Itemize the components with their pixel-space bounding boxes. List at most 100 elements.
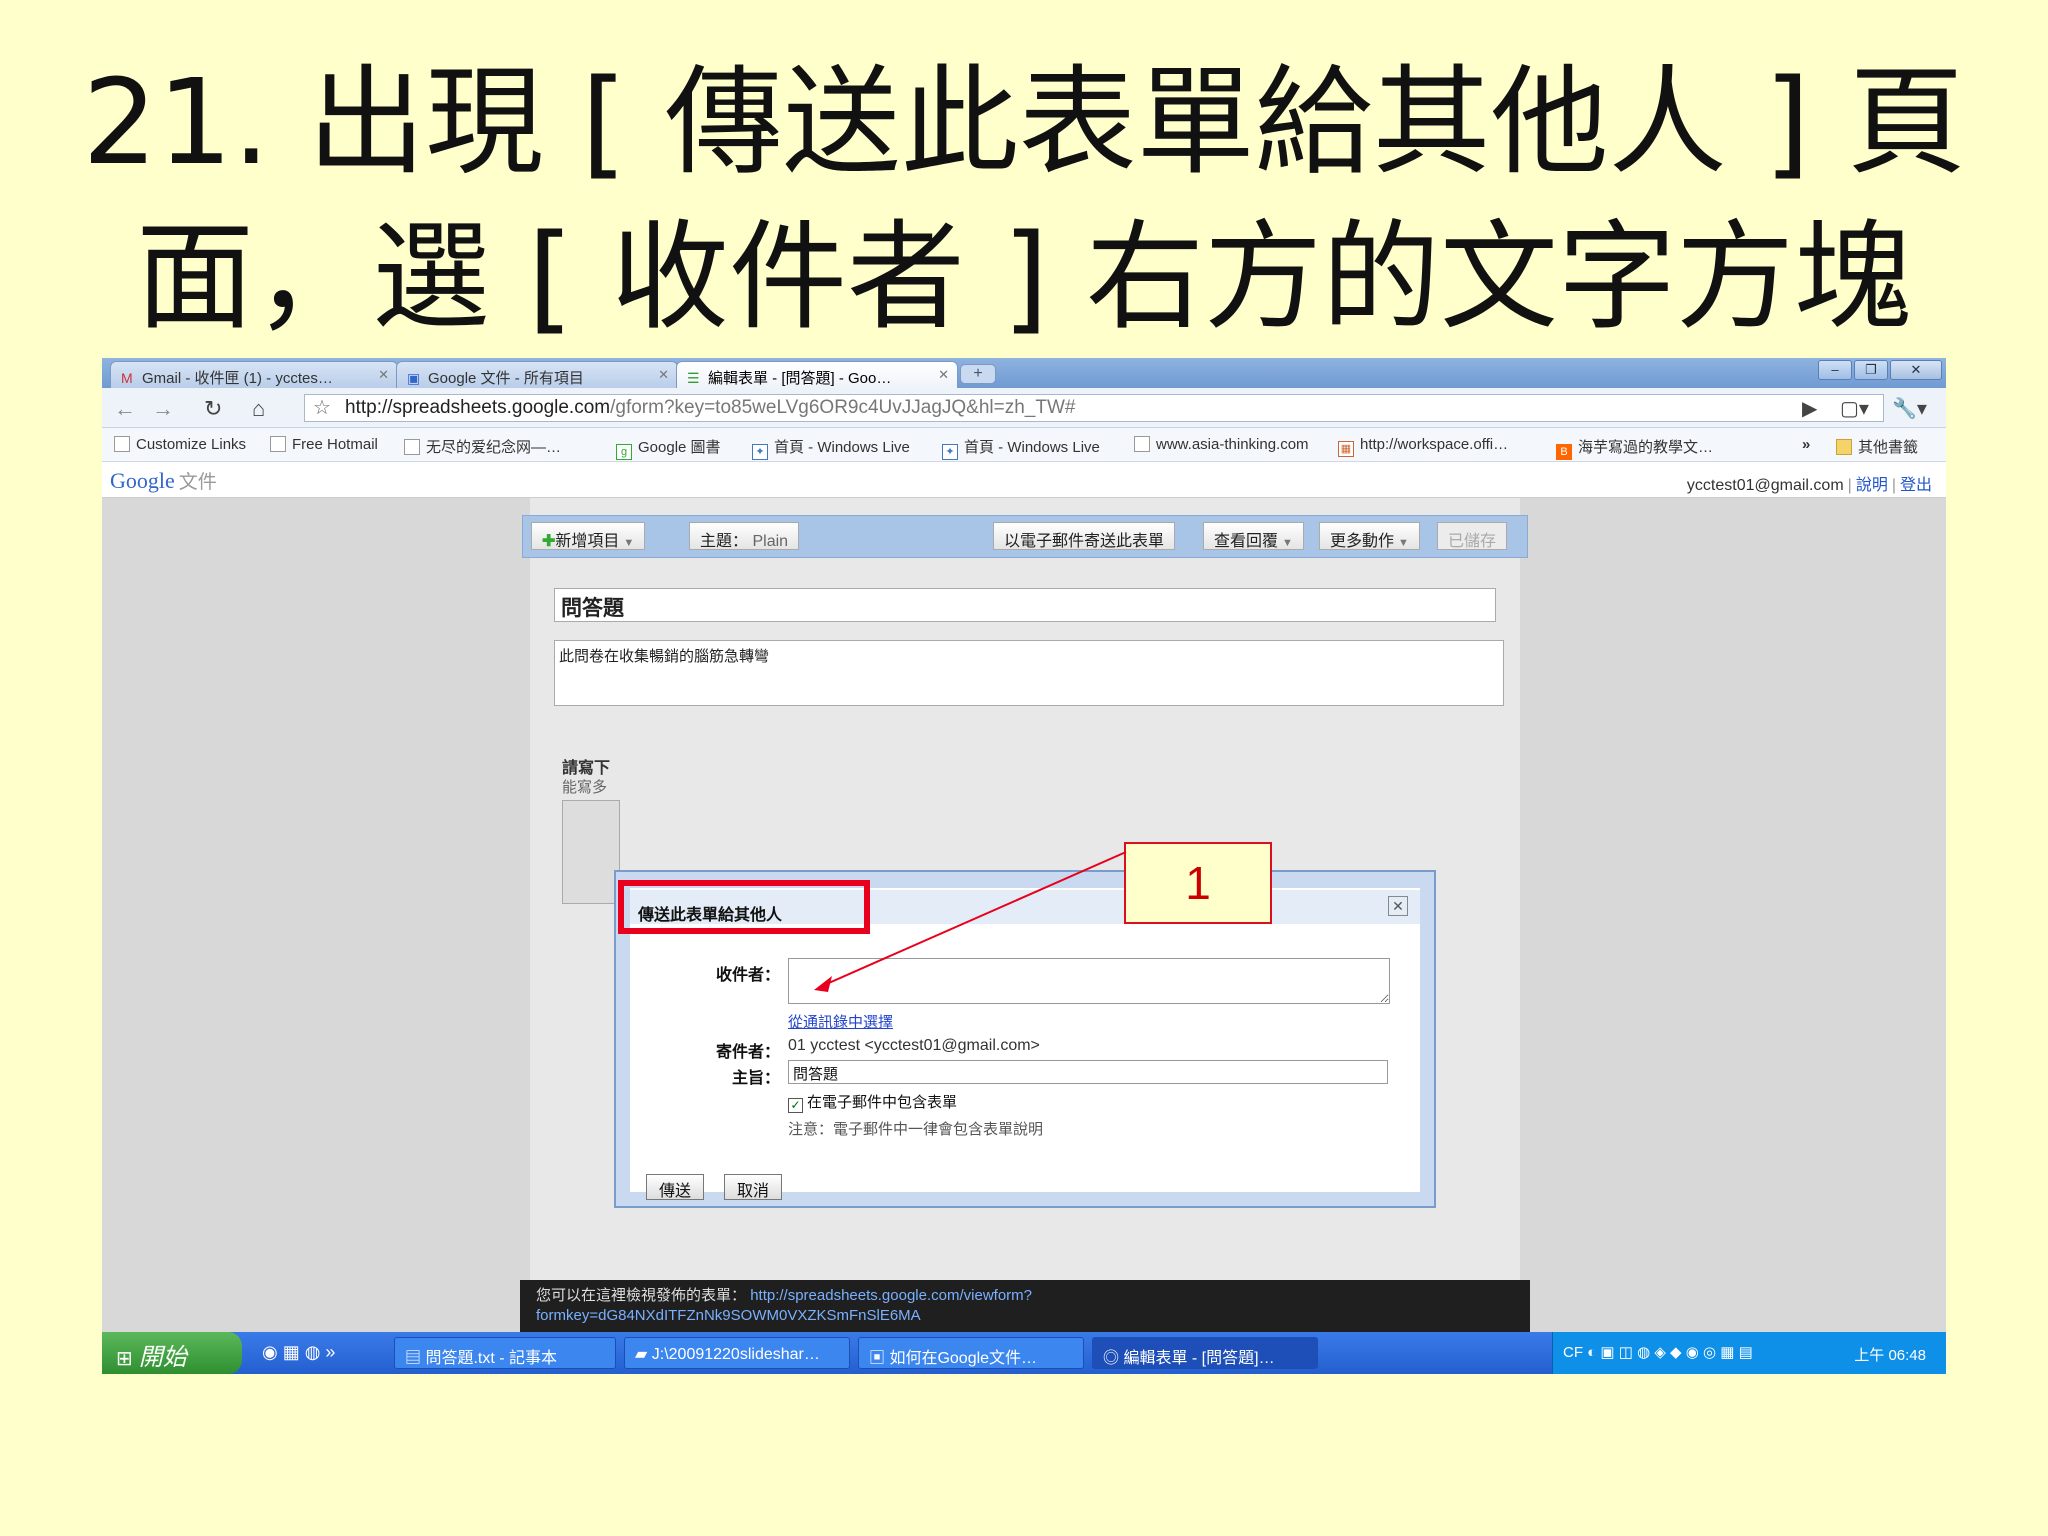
reload-icon[interactable]: ↻ [204,396,222,422]
saved-button: 已儲存 [1437,522,1508,550]
more-actions-button[interactable]: 更多動作 ▼ [1319,522,1420,550]
taskbar-item[interactable]: ▰ J:\20091220slideshar… [624,1337,850,1369]
theme-button[interactable]: 主題： Plain [689,522,800,550]
page-icon [404,439,420,455]
forward-icon[interactable]: → [152,396,174,422]
close-icon[interactable]: ✕ [938,367,949,383]
callout-number: 1 [1124,842,1272,924]
star-icon[interactable]: ☆ [313,395,331,421]
checkbox-checked-icon[interactable]: ✓ [788,1098,803,1113]
start-button[interactable]: ⊞ 開始 [102,1332,242,1374]
bookmark-item[interactable]: ✦ 首頁 - Windows Live [752,436,910,460]
blogger-icon: B [1556,444,1572,460]
tray-icons[interactable]: ◐ ▣ ◫ ◍ ◈ ◆ ◉ ◎ ▦ ▤ [1587,1344,1753,1361]
office-icon: ▦ [1338,441,1354,457]
minimize-button[interactable]: – [1818,360,1852,380]
chevron-down-icon: ▼ [1282,537,1293,549]
bookmark-item[interactable]: g Google 圖書 [616,436,721,460]
window-controls: – ❐ ✕ [1818,360,1942,380]
google-docs-logo[interactable]: Google 文件 [110,467,217,494]
taskbar-item[interactable]: ▣ 如何在Google文件… [858,1337,1084,1369]
subject-label: 主旨： [731,1068,780,1087]
address-bar[interactable]: ☆ http://spreadsheets.google.com/gform?k… [304,394,1884,422]
notepad-icon: ▤ [405,1350,426,1367]
plus-icon: ✚ [542,533,556,550]
tab-strip: M Gmail - 收件匣 (1) - ycctes… ✕ ▣ Google 文件 … [102,358,1946,388]
note-text: 注意：電子郵件中一律會包含表單說明 [788,1121,1044,1138]
add-item-button[interactable]: ✚新增項目 ▼ [531,522,646,550]
include-form-checkbox-row[interactable]: ✓ 在電子郵件中包含表單 [788,1091,957,1113]
taskbar-item[interactable]: ▤ 問答題.txt - 記事本 [394,1337,616,1369]
chevron-down-icon: ▼ [1398,537,1409,549]
bookmark-item[interactable]: B 海芋寫過的教學文… [1556,436,1713,460]
windows-taskbar: ⊞ 開始 ◉ ▦ ◍ » ▤ 問答題.txt - 記事本 ▰ J:\2009122… [102,1332,1946,1374]
question-box [562,800,620,904]
windows-live-icon: ✦ [942,444,958,460]
logout-link[interactable]: 登出 [1900,477,1932,494]
form-icon: ☰ [687,370,700,386]
subject-input[interactable]: 問答題 [788,1060,1388,1084]
home-icon[interactable]: ⌂ [252,396,265,422]
restore-button[interactable]: ❐ [1854,360,1888,380]
close-window-button[interactable]: ✕ [1890,360,1942,380]
close-icon[interactable]: ✕ [378,367,389,383]
taskbar-item-active[interactable]: ◎ 編輯表單 - [問答題]… [1092,1337,1318,1369]
other-bookmarks[interactable]: 其他書籤 [1836,436,1918,457]
user-email: ycctest01@gmail.com [1686,477,1844,494]
back-icon[interactable]: ← [114,396,136,422]
bookmark-item[interactable]: www.asia-thinking.com [1134,436,1309,453]
windows-live-icon: ✦ [752,444,768,460]
tab-label: 編輯表單 - [問答題] - Goo… [708,370,892,387]
user-links: ycctest01@gmail.com | 說明 | 登出 [1686,477,1932,494]
powerpoint-icon: ▣ [869,1350,890,1367]
tray-label: CF [1563,1344,1583,1361]
to-label: 收件者： [715,965,780,984]
clock: 上午 06:48 [1854,1347,1926,1364]
page-icon [1134,436,1150,452]
chevron-down-icon: ▼ [623,537,635,549]
url-host: http://spreadsheets.google.com [345,397,611,418]
chrome-icon: ◎ [1103,1350,1124,1367]
go-icon[interactable]: ▶ [1802,396,1817,421]
new-tab-button[interactable]: + [960,364,996,384]
from-label: 寄件者： [715,1042,780,1061]
send-button[interactable]: 傳送 [646,1174,705,1200]
published-url-line1[interactable]: http://spreadsheets.google.com/viewform? [750,1287,1032,1304]
bookmark-item[interactable]: ✦ 首頁 - Windows Live [942,436,1100,460]
tab-docs[interactable]: ▣ Google 文件 - 所有項目 ✕ [396,361,678,388]
view-responses-button[interactable]: 查看回覆 ▼ [1203,522,1304,550]
tab-gmail[interactable]: M Gmail - 收件匣 (1) - ycctes… ✕ [110,361,398,388]
bookmarks-bar: Customize Links Free Hotmail 无尽的爱纪念网—… g… [102,428,1946,462]
tab-label: Gmail - 收件匣 (1) - ycctes… [142,370,333,387]
close-icon[interactable]: ✕ [1388,896,1408,916]
navigation-bar: ← → ↻ ⌂ ☆ http://spreadsheets.google.com… [102,388,1946,428]
system-tray: CF ◐ ▣ ◫ ◍ ◈ ◆ ◉ ◎ ▦ ▤ 上午 06:48 [1552,1332,1946,1374]
close-icon[interactable]: ✕ [658,367,669,383]
slide-title-line2: 面，選 [ 收件者 ] 右方的文字方塊 [135,208,1913,346]
email-form-button[interactable]: 以電子郵件寄送此表單 [993,522,1176,550]
folder-icon: ▰ [635,1346,652,1363]
status-text: 您可以在這裡檢視發佈的表單： [536,1287,747,1304]
bookmark-item[interactable]: Customize Links [114,436,246,453]
cancel-button[interactable]: 取消 [724,1174,783,1200]
recipients-input[interactable] [788,958,1390,1004]
form-description-field[interactable]: 此問卷在收集暢銷的腦筋急轉彎 [554,640,1504,706]
quick-launch-icons[interactable]: ◉ ▦ ◍ » [262,1342,335,1363]
published-url-line2[interactable]: formkey=dG84NXdITFZnNk9SOWM0VXZKSmFnSlE6… [536,1307,921,1324]
highlight-box [618,880,870,934]
more-bookmarks-chevron[interactable]: » [1802,436,1810,453]
url-path: /gform?key=to85weLVg6OR9c4UvJJagJQ&hl=zh… [610,397,1076,418]
bookmark-item[interactable]: Free Hotmail [270,436,378,453]
form-title-field[interactable]: 問答題 [554,588,1496,622]
bookmark-item[interactable]: ▦ http://workspace.offi… [1338,436,1508,457]
help-link[interactable]: 說明 [1856,477,1888,494]
bookmark-item[interactable]: 无尽的爱纪念网—… [404,436,561,457]
page-canvas: ✚新增項目 ▼ 主題： Plain 以電子郵件寄送此表單 查看回覆 ▼ 更多動作 ▼ … [102,498,1946,1332]
windows-logo-icon: ⊞ [116,1348,133,1370]
form-toolbar: ✚新增項目 ▼ 主題： Plain 以電子郵件寄送此表單 查看回覆 ▼ 更多動作 ▼ … [522,515,1528,558]
wrench-icon[interactable]: 🔧▾ [1892,396,1927,421]
page-menu-icon[interactable]: ▢▾ [1840,396,1869,421]
tab-label: Google 文件 - 所有項目 [428,370,584,387]
pick-from-contacts-link[interactable]: 從通訊錄中選擇 [788,1011,893,1032]
tab-edit-form[interactable]: ☰ 編輯表單 - [問答題] - Goo… ✕ [676,361,958,388]
